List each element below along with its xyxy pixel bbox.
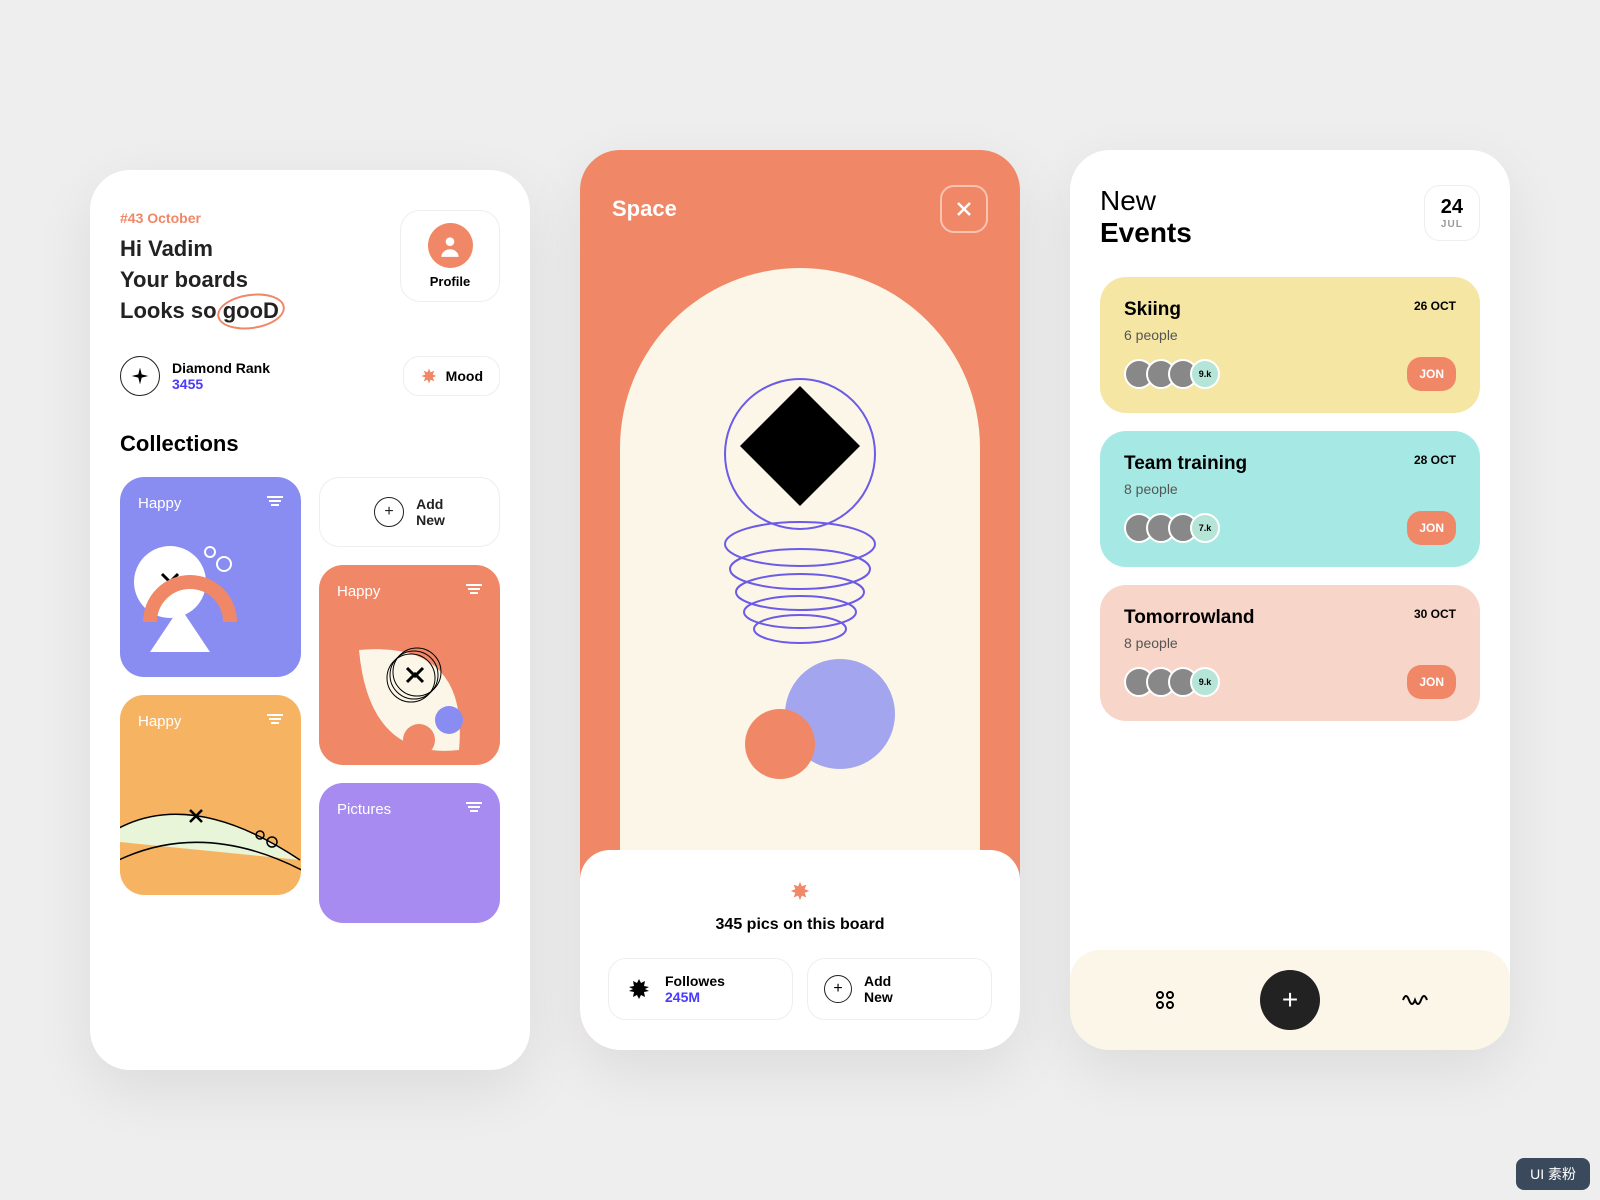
boards-screen: #43 October Hi Vadim Your boards Looks s… [90, 170, 530, 1070]
join-button[interactable]: JON [1407, 665, 1456, 699]
illustration [620, 268, 980, 880]
join-button[interactable]: JON [1407, 357, 1456, 391]
profile-button[interactable]: Profile [400, 210, 500, 302]
burst-icon [625, 975, 653, 1003]
attendee-avatars: 9.k [1124, 359, 1220, 389]
col-right: + Add New Happy [319, 477, 500, 923]
highlight-word: gooD [223, 296, 279, 327]
join-button[interactable]: JON [1407, 511, 1456, 545]
page-title: New Events [1100, 185, 1192, 249]
plus-icon: + [374, 497, 404, 527]
attendee-avatars: 7.k [1124, 513, 1220, 543]
attendee-avatars: 9.k [1124, 667, 1220, 697]
collection-card-happy[interactable]: Happy [120, 695, 301, 895]
date-number: 24 [1441, 196, 1463, 219]
events-screen: New Events 24 JUL Skiing 26 OCT 6 people… [1070, 150, 1510, 1050]
header: New Events 24 JUL [1100, 185, 1480, 249]
date-badge[interactable]: 24 JUL [1424, 185, 1480, 241]
collection-card-happy[interactable]: Happy [120, 477, 301, 677]
count-badge: 7.k [1190, 513, 1220, 543]
button-row: Followes 245M + Add New [608, 958, 992, 1020]
followers-label: Followes [665, 973, 725, 989]
date-tag: #43 October [120, 210, 279, 226]
grid-icon [1153, 988, 1177, 1012]
collection-card-pictures[interactable]: Pictures [319, 783, 500, 923]
profile-label: Profile [419, 274, 481, 289]
plus-icon: + [1282, 984, 1298, 1016]
col-left: Happy Happy [120, 477, 301, 923]
greeting: Hi Vadim Your boards Looks so gooD [120, 234, 279, 326]
collections-grid: Happy Happy [120, 477, 500, 923]
event-date: 26 OCT [1414, 299, 1456, 313]
nav-grid-button[interactable] [1150, 985, 1180, 1015]
nav-activity-button[interactable] [1400, 985, 1430, 1015]
date-month: JUL [1441, 219, 1463, 230]
followers-button[interactable]: Followes 245M [608, 958, 793, 1020]
event-people: 8 people [1124, 635, 1456, 651]
event-card-skiing[interactable]: Skiing 26 OCT 6 people 9.k JON [1100, 277, 1480, 413]
event-title: Skiing [1124, 299, 1456, 321]
header: #43 October Hi Vadim Your boards Looks s… [120, 210, 500, 326]
close-icon [955, 200, 973, 218]
star-icon [608, 880, 992, 908]
event-card-team-training[interactable]: Team training 28 OCT 8 people 7.k JON [1100, 431, 1480, 567]
mood-button[interactable]: Mood [403, 356, 500, 396]
rank-value: 3455 [172, 376, 270, 392]
page-title: Space [612, 196, 677, 222]
menu-icon[interactable] [267, 713, 283, 725]
count-badge: 9.k [1190, 359, 1220, 389]
plus-icon: + [824, 975, 852, 1003]
card-title: Happy [138, 713, 283, 730]
menu-icon[interactable] [466, 801, 482, 813]
collection-card-happy[interactable]: Happy [319, 565, 500, 765]
pics-info: 345 pics on this board [608, 880, 992, 934]
add-new-button[interactable]: + Add New [319, 477, 500, 547]
event-card-tomorrowland[interactable]: Tomorrowland 30 OCT 8 people 9.k JON [1100, 585, 1480, 721]
menu-icon[interactable] [466, 583, 482, 595]
collections-title: Collections [120, 431, 500, 457]
card-title: Happy [337, 583, 482, 600]
board-info-card: 345 pics on this board Followes 245M + A… [580, 850, 1020, 1050]
card-title: Pictures [337, 801, 482, 818]
add-new-button[interactable]: + Add New [807, 958, 992, 1020]
header: Space [580, 150, 1020, 268]
rank-label: Diamond Rank [172, 360, 270, 376]
followers-value: 245M [665, 989, 725, 1005]
sparkle-icon [120, 356, 160, 396]
space-screen: Space 345 pics on this board [580, 150, 1020, 1050]
event-date: 28 OCT [1414, 453, 1456, 467]
event-title: Tomorrowland [1124, 607, 1456, 629]
event-date: 30 OCT [1414, 607, 1456, 621]
event-people: 6 people [1124, 327, 1456, 343]
pics-text: 345 pics on this board [608, 916, 992, 934]
close-button[interactable] [940, 185, 988, 233]
event-people: 8 people [1124, 481, 1456, 497]
person-icon [437, 233, 463, 259]
event-title: Team training [1124, 453, 1456, 475]
card-title: Happy [138, 495, 283, 512]
rank-info: Diamond Rank 3455 [120, 356, 270, 396]
rank-row: Diamond Rank 3455 Mood [120, 356, 500, 396]
avatar [428, 223, 473, 268]
bottom-nav: + [1070, 950, 1510, 1050]
menu-icon[interactable] [267, 495, 283, 507]
mood-label: Mood [446, 368, 483, 384]
activity-icon [1402, 990, 1428, 1010]
burst-icon [420, 367, 438, 385]
greeting-block: #43 October Hi Vadim Your boards Looks s… [120, 210, 279, 326]
watermark: UI 素粉 [1516, 1158, 1590, 1190]
nav-add-button[interactable]: + [1260, 970, 1320, 1030]
count-badge: 9.k [1190, 667, 1220, 697]
